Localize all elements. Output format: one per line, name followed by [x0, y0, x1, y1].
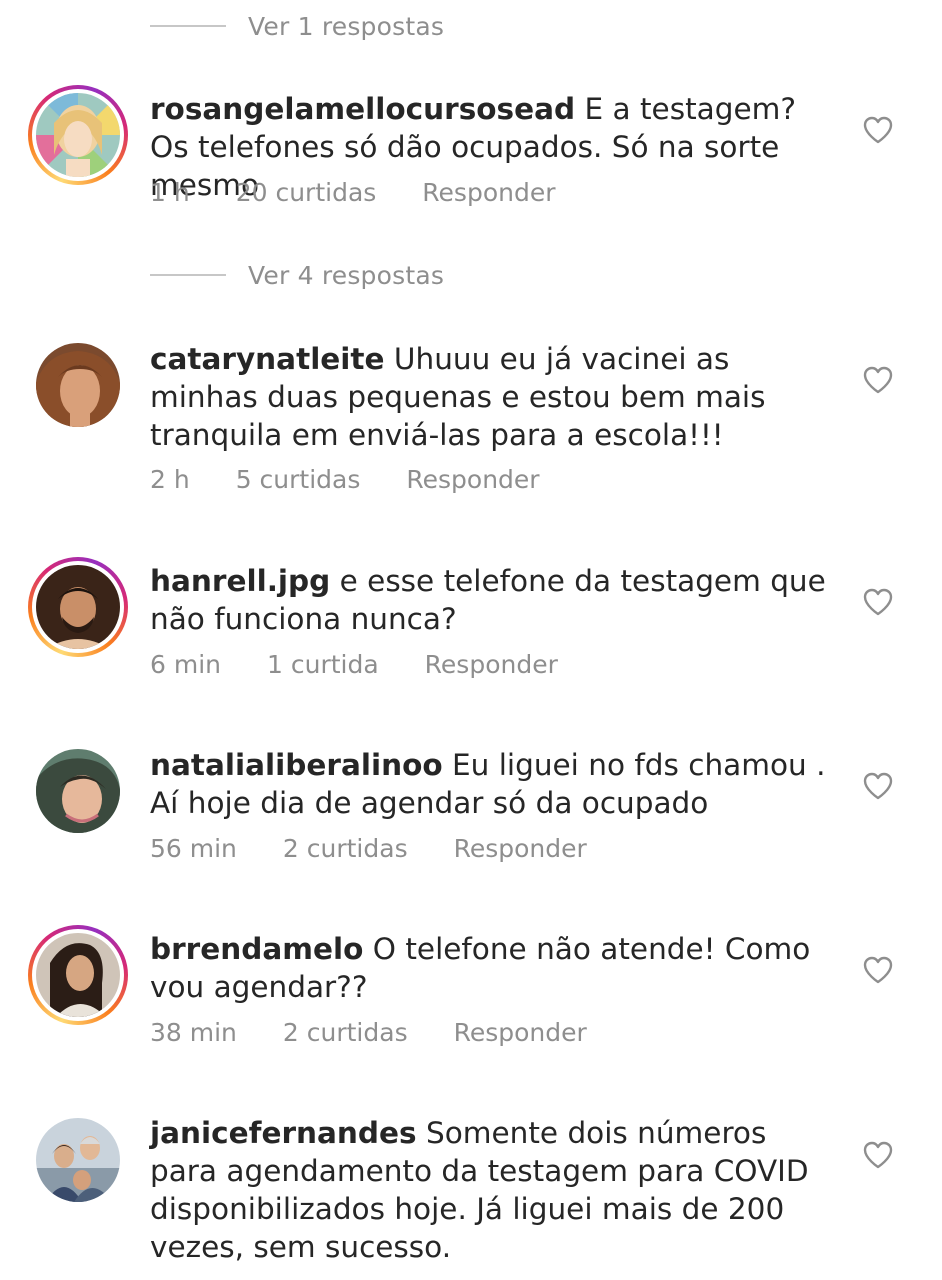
comment-likes[interactable]: 20 curtidas	[236, 178, 377, 207]
comment-time: 56 min	[150, 834, 237, 863]
comment-username[interactable]: catarynatleite	[150, 342, 385, 376]
reply-button[interactable]: Responder	[454, 834, 587, 863]
avatar-wrap[interactable]	[28, 741, 128, 841]
comment-likes[interactable]: 2 curtidas	[283, 1018, 408, 1047]
comment-text: hanrell.jpg e esse telefone da testagem …	[150, 562, 840, 638]
comment-username[interactable]: hanrell.jpg	[150, 564, 330, 598]
avatar	[36, 749, 120, 833]
comment-username[interactable]: natalialiberalinoo	[150, 748, 443, 782]
view-replies-label: Ver 1 respostas	[248, 11, 445, 41]
comment-meta: 2 h 5 curtidas Responder	[150, 465, 586, 494]
reply-button[interactable]: Responder	[422, 178, 555, 207]
reply-button[interactable]: Responder	[406, 465, 539, 494]
heart-outline-icon[interactable]	[862, 587, 894, 617]
comment-meta: 38 min 2 curtidas Responder	[150, 1018, 633, 1047]
heart-outline-icon[interactable]	[862, 365, 894, 395]
view-replies-label: Ver 4 respostas	[248, 260, 445, 290]
comment-text: janicefernandes Somente dois números par…	[150, 1114, 840, 1266]
reply-button[interactable]: Responder	[425, 650, 558, 679]
comment-time: 38 min	[150, 1018, 237, 1047]
comment-text: brrendamelo O telefone não atende! Como …	[150, 930, 840, 1006]
view-replies-divider	[150, 274, 226, 276]
avatar-story-ring[interactable]	[28, 557, 128, 657]
avatar	[36, 1118, 120, 1202]
comment-time: 1 h	[150, 178, 190, 207]
comment-username[interactable]: rosangelamellocursosead	[150, 92, 575, 126]
avatar	[36, 565, 120, 649]
avatar-story-ring[interactable]	[28, 925, 128, 1025]
reply-button[interactable]: Responder	[454, 1018, 587, 1047]
view-replies-divider	[150, 25, 226, 27]
avatar-story-ring[interactable]	[28, 85, 128, 185]
avatar	[36, 93, 120, 177]
avatar	[36, 933, 120, 1017]
view-replies-button[interactable]: Ver 4 respostas	[150, 255, 444, 295]
comment-meta: 6 min 1 curtida Responder	[150, 650, 604, 679]
comment-username[interactable]: janicefernandes	[150, 1116, 417, 1150]
avatar	[36, 343, 120, 427]
heart-outline-icon[interactable]	[862, 115, 894, 145]
heart-outline-icon[interactable]	[862, 1140, 894, 1170]
heart-outline-icon[interactable]	[862, 771, 894, 801]
comment-time: 6 min	[150, 650, 221, 679]
comment-likes[interactable]: 5 curtidas	[236, 465, 361, 494]
comment-meta: 56 min 2 curtidas Responder	[150, 834, 633, 863]
avatar-wrap[interactable]	[28, 1110, 128, 1210]
comment-likes[interactable]: 1 curtida	[267, 650, 379, 679]
view-replies-button[interactable]: Ver 1 respostas	[150, 6, 444, 46]
avatar-wrap[interactable]	[28, 335, 128, 435]
comment-meta: 1 h 20 curtidas Responder	[150, 178, 602, 207]
heart-outline-icon[interactable]	[862, 955, 894, 985]
comment-likes[interactable]: 2 curtidas	[283, 834, 408, 863]
comment-text: natalialiberalinoo Eu liguei no fds cham…	[150, 746, 840, 822]
comment-username[interactable]: brrendamelo	[150, 932, 363, 966]
comment-time: 2 h	[150, 465, 190, 494]
comment-text: catarynatleite Uhuuu eu já vacinei as mi…	[150, 340, 840, 454]
